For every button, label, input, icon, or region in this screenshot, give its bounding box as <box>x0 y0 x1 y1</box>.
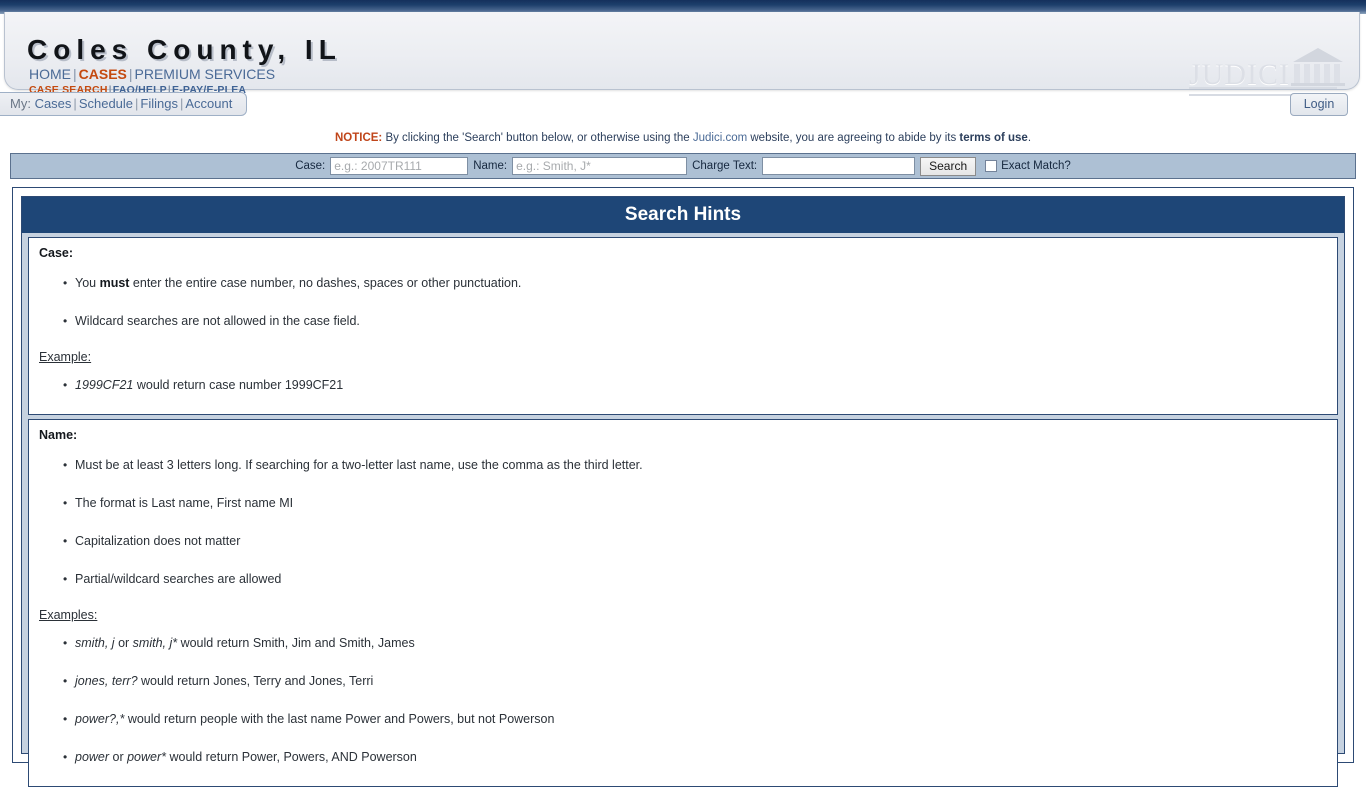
exact-match-label: Exact Match? <box>1001 160 1071 172</box>
primary-navigation: HOME | CASES | PREMIUM SERVICES <box>29 66 275 82</box>
hint-text-fragment: power <box>75 750 110 764</box>
list-item: power?,* would return people with the la… <box>63 700 1337 738</box>
case-search-input[interactable] <box>330 157 469 175</box>
hint-text-fragment: would return Smith, Jim and Smith, James <box>177 636 415 650</box>
hint-text-fragment: smith, j* <box>132 636 178 650</box>
exact-match-checkbox[interactable] <box>985 160 998 172</box>
search-hints-sections: Case: You must enter the entire case numb… <box>22 237 1344 787</box>
notice-banner: NOTICE: By clicking the 'Search' button … <box>334 132 1032 144</box>
hint-text-fragment: Wildcard searches are not allowed in the… <box>75 314 360 328</box>
hint-text-fragment: or <box>114 636 133 650</box>
list-item: Capitalization does not matter <box>63 522 1337 560</box>
hint-bullet-list: Must be at least 3 letters long. If sear… <box>29 446 1337 598</box>
hint-text-fragment: would return case number 1999CF21 <box>133 378 344 392</box>
list-item: Must be at least 3 letters long. If sear… <box>63 446 1337 484</box>
charge-text-label: Charge Text: <box>692 160 758 172</box>
list-item: Partial/wildcard searches are allowed <box>63 560 1337 598</box>
nav-separator: | <box>128 66 133 82</box>
hint-text-fragment: would return Jones, Terry and Jones, Ter… <box>137 674 374 688</box>
hint-subheading: Examples: <box>39 608 98 622</box>
hint-text-fragment: 1999CF21 <box>75 378 134 392</box>
hint-text-fragment: power* <box>127 750 167 764</box>
exact-match-control[interactable]: Exact Match? <box>985 160 1071 172</box>
judici-site-link[interactable]: Judici.com <box>693 132 747 144</box>
list-item: The format is Last name, First name MI <box>63 484 1337 522</box>
hint-subheading: Example: <box>39 350 92 364</box>
nav-separator: | <box>73 66 77 82</box>
login-button[interactable]: Login <box>1290 93 1348 116</box>
list-item: smith, j or smith, j* would return Smith… <box>63 624 1337 662</box>
name-label: Name: <box>473 160 508 172</box>
hint-text-fragment: power?,* <box>75 712 125 726</box>
search-bar: Case: Name: Charge Text: Search Exact Ma… <box>10 153 1356 179</box>
hint-text-fragment: or <box>109 750 128 764</box>
hint-section-heading: Name: <box>39 428 78 442</box>
hint-bullet-list: You must enter the entire case number, n… <box>29 264 1337 340</box>
hint-bullet-list: 1999CF21 would return case number 1999CF… <box>29 366 1337 404</box>
search-button[interactable]: Search <box>920 156 977 176</box>
hint-text-fragment: The format is Last name, First name MI <box>75 496 294 510</box>
search-hints-title: Search Hints <box>22 197 1344 233</box>
my-tab-separator: | <box>73 96 77 111</box>
list-item: You must enter the entire case number, n… <box>63 264 1337 302</box>
nav-link-premium-services[interactable]: PREMIUM SERVICES <box>135 66 276 82</box>
hint-text-fragment: Partial/wildcard searches are allowed <box>75 572 282 586</box>
judici-logo: JUDICI <box>1185 38 1345 96</box>
list-item: jones, terr? would return Jones, Terry a… <box>63 662 1337 700</box>
courthouse-icon <box>1291 48 1345 86</box>
hint-section-case: Case: You must enter the entire case numb… <box>28 237 1338 415</box>
site-header: Coles County, IL HOME | CASES | PREMIUM SERV… <box>4 12 1360 96</box>
hint-section-name: Name: Must be at least 3 letters long. If… <box>28 419 1338 787</box>
my-tab-item-cases[interactable]: Cases <box>35 96 72 111</box>
hint-bullet-list: smith, j or smith, j* would return Smith… <box>29 624 1337 776</box>
hint-text-fragment: You <box>75 276 100 290</box>
content-frame: Search Hints Case: You must enter the ent… <box>12 187 1354 787</box>
list-item: 1999CF21 would return case number 1999CF… <box>63 366 1337 404</box>
list-item: Wildcard searches are not allowed in the… <box>63 302 1337 340</box>
name-search-input[interactable] <box>512 157 688 175</box>
charge-text-input[interactable] <box>762 157 916 175</box>
hint-text-fragment: must <box>99 276 130 290</box>
my-tab-item-filings[interactable]: Filings <box>140 96 178 111</box>
hint-text-fragment: enter the entire case number, no dashes,… <box>129 276 522 290</box>
terms-of-use-link[interactable]: terms of use <box>959 132 1027 144</box>
notice-label: NOTICE: <box>334 132 383 144</box>
hint-section-heading: Case: <box>39 246 74 260</box>
nav-link-home[interactable]: HOME <box>29 66 71 82</box>
my-tab-item-account[interactable]: Account <box>185 96 232 111</box>
page-title: Coles County, IL <box>27 34 342 65</box>
hint-text-fragment: would return Power, Powers, AND Powerson <box>166 750 417 764</box>
hint-text-fragment: Must be at least 3 letters long. If sear… <box>75 458 643 472</box>
hint-text-fragment: smith, j <box>75 636 115 650</box>
my-tab-prefix: My: <box>10 96 35 111</box>
case-label: Case: <box>295 160 326 172</box>
hint-text-fragment: Capitalization does not matter <box>75 534 241 548</box>
search-hints-panel: Search Hints Case: You must enter the ent… <box>21 196 1345 787</box>
my-account-tab[interactable]: My: Cases | Schedule | Filings | Account <box>0 92 248 116</box>
hint-text-fragment: jones, terr? <box>75 674 138 688</box>
hint-text-fragment: would return people with the last name P… <box>124 712 555 726</box>
nav-link-cases[interactable]: CASES <box>79 66 127 82</box>
list-item: power or power* would return Power, Powe… <box>63 738 1337 776</box>
my-tab-item-schedule[interactable]: Schedule <box>79 96 133 111</box>
